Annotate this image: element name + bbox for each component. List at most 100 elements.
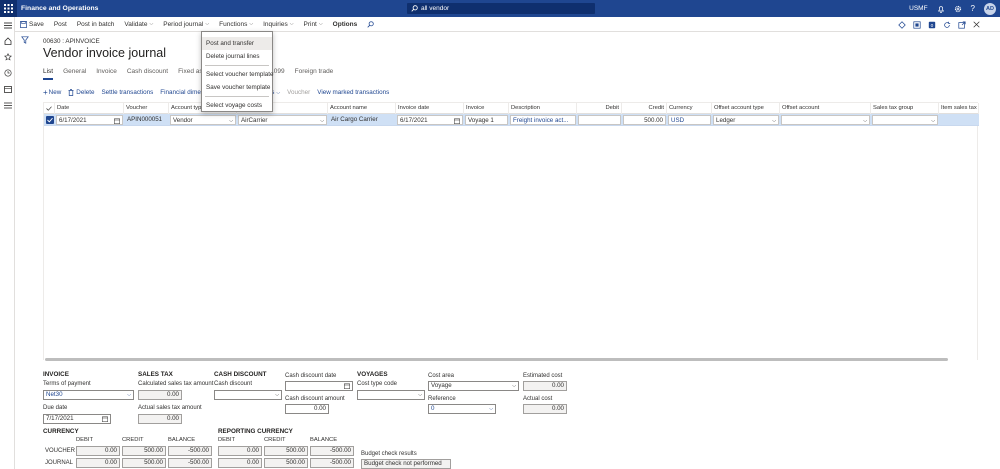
invoice-date-cell[interactable]: 6/17/2021 <box>397 115 463 125</box>
column-header-invoice-date[interactable]: Invoice date <box>396 103 464 114</box>
menu-item-post-and-transfer[interactable]: Post and transfer <box>202 37 272 50</box>
refresh-icon[interactable] <box>943 21 951 29</box>
column-header-sales-tax-group[interactable]: Sales tax group <box>871 103 939 114</box>
voucher-cell[interactable]: APIN000051 <box>125 115 168 125</box>
attachments-icon[interactable]: 0 <box>928 21 936 29</box>
calculated-sales-tax-value: 0.00 <box>138 390 182 400</box>
horizontal-scrollbar[interactable] <box>45 358 948 361</box>
voucher-button[interactable]: Voucher <box>287 89 310 96</box>
action-search-icon[interactable] <box>362 17 379 32</box>
offset-account-cell[interactable]: ⌵ <box>781 115 870 125</box>
terms-of-payment-select[interactable]: Net30 ⌵ <box>43 390 134 400</box>
new-button[interactable]: + New <box>43 88 61 97</box>
tab-fixed-assets[interactable]: Fixed as <box>178 68 203 80</box>
hamburger-icon[interactable] <box>0 17 15 33</box>
bell-icon[interactable] <box>937 5 945 13</box>
cost-type-code-label: Cost type code <box>357 381 398 387</box>
cash-discount-amount-field[interactable]: 0.00 <box>285 404 329 414</box>
column-header-offset-account-type[interactable]: Offset account type <box>712 103 780 114</box>
app-launcher-icon[interactable] <box>0 0 17 17</box>
inquiries-menu[interactable]: Inquiries ⌵ <box>258 17 298 32</box>
tab-cash-discount[interactable]: Cash discount <box>127 68 168 80</box>
account-name-cell[interactable]: Air Cargo Carrier <box>329 115 395 125</box>
delete-button[interactable]: Delete <box>68 89 94 96</box>
column-header-invoice[interactable]: Invoice <box>464 103 509 114</box>
table-row[interactable]: 6/17/2021 APIN000051 Vendor ⌵ AirCarrier ⌵… <box>44 114 979 126</box>
menu-item-save-voucher-template[interactable]: Save voucher template <box>202 81 272 94</box>
due-date-field[interactable]: 7/17/2021 <box>43 414 111 424</box>
row-checkbox[interactable] <box>46 116 54 124</box>
currency-cell[interactable]: USD <box>668 115 711 125</box>
save-button[interactable]: Save <box>15 17 49 32</box>
account-type-cell[interactable]: Vendor ⌵ <box>170 115 236 125</box>
home-icon[interactable] <box>0 33 15 49</box>
print-menu[interactable]: Print ⌵ <box>299 17 328 32</box>
tab-list[interactable]: List <box>43 68 54 80</box>
cost-area-select[interactable]: Voyage ⌵ <box>428 381 519 391</box>
post-in-batch-button[interactable]: Post in batch <box>72 17 120 32</box>
help-icon[interactable]: ? <box>971 4 975 13</box>
calendar-icon[interactable] <box>102 416 108 422</box>
chevron-down-icon: ⌵ <box>772 118 776 124</box>
global-search-input[interactable]: all vendor <box>407 3 595 14</box>
column-header-credit[interactable]: Credit <box>622 103 667 114</box>
star-icon[interactable] <box>0 49 15 65</box>
cash-discount-date-field[interactable] <box>285 381 353 391</box>
column-header-voucher[interactable]: Voucher <box>124 103 169 114</box>
view-marked-transactions-button[interactable]: View marked transactions <box>317 89 389 96</box>
modules-icon[interactable] <box>0 97 15 113</box>
column-header-offset-account[interactable]: Offset account <box>780 103 871 114</box>
settle-transactions-button[interactable]: Settle transactions <box>101 89 153 96</box>
date-cell[interactable]: 6/17/2021 <box>56 115 123 125</box>
calendar-icon[interactable] <box>344 383 350 389</box>
validate-menu[interactable]: Validate ⌵ <box>119 17 158 32</box>
debit-cell[interactable] <box>578 115 621 125</box>
tab-invoice[interactable]: Invoice <box>96 68 117 80</box>
financial-dimensions-menu[interactable]: Financial dime <box>160 89 201 96</box>
save-icon <box>20 20 27 28</box>
cash-discount-amount-label: Cash discount amount <box>285 396 345 402</box>
invoice-cell[interactable]: Voyage 1 <box>465 115 508 125</box>
description-cell[interactable]: Freight invoice act... <box>510 115 576 125</box>
column-header-currency[interactable]: Currency <box>667 103 712 114</box>
menu-item-select-voyage-costs[interactable]: Select voyage costs <box>202 99 272 112</box>
actual-sales-tax-value[interactable]: 0.00 <box>138 414 182 424</box>
tab-general[interactable]: General <box>63 68 86 80</box>
column-header-debit[interactable]: Debit <box>577 103 622 114</box>
functions-menu[interactable]: Functions ⌵ <box>214 17 258 32</box>
chevron-down-icon: ⌵ <box>318 21 323 27</box>
connections-icon[interactable] <box>898 20 906 29</box>
account-cell[interactable]: AirCarrier ⌵ <box>238 115 327 125</box>
popout-icon[interactable] <box>958 20 966 29</box>
gear-icon[interactable] <box>954 5 962 13</box>
reference-select[interactable]: 0 ⌵ <box>428 404 496 414</box>
calendar-icon[interactable] <box>454 118 460 124</box>
tab-foreign-trade[interactable]: Foreign trade <box>295 68 334 80</box>
select-all-checkbox[interactable] <box>44 103 55 114</box>
sales-tax-group-cell[interactable]: ⌵ <box>872 115 938 125</box>
filter-icon[interactable] <box>21 36 29 44</box>
calendar-icon[interactable] <box>114 118 120 124</box>
actual-cost-value: 0.00 <box>523 404 567 414</box>
cost-type-code-select[interactable]: ⌵ <box>357 390 425 400</box>
clock-icon[interactable] <box>0 65 15 81</box>
workspaces-icon[interactable] <box>0 81 15 97</box>
menu-item-select-voucher-template[interactable]: Select voucher template <box>202 68 274 81</box>
close-icon[interactable] <box>973 21 980 28</box>
menu-divider <box>205 96 269 97</box>
currency-section-title: CURRENCY <box>43 428 79 435</box>
offset-account-type-cell[interactable]: Ledger ⌵ <box>713 115 779 125</box>
options-tab[interactable]: Options <box>328 17 363 32</box>
column-header-account-name[interactable]: Account name <box>328 103 396 114</box>
column-header-item-sales-tax[interactable]: Item sales tax <box>939 103 979 114</box>
period-journal-menu[interactable]: Period journal ⌵ <box>158 17 214 32</box>
company-picker[interactable]: USMF <box>909 5 927 12</box>
office-icon[interactable] <box>913 20 921 29</box>
cash-discount-select[interactable]: ⌵ <box>214 390 282 400</box>
credit-cell[interactable]: 500.00 <box>623 115 666 125</box>
post-button[interactable]: Post <box>49 17 72 32</box>
menu-item-delete-journal-lines[interactable]: Delete journal lines <box>202 50 272 63</box>
column-header-date[interactable]: Date <box>55 103 124 114</box>
avatar[interactable]: AD <box>984 2 996 15</box>
column-header-description[interactable]: Description <box>509 103 577 114</box>
